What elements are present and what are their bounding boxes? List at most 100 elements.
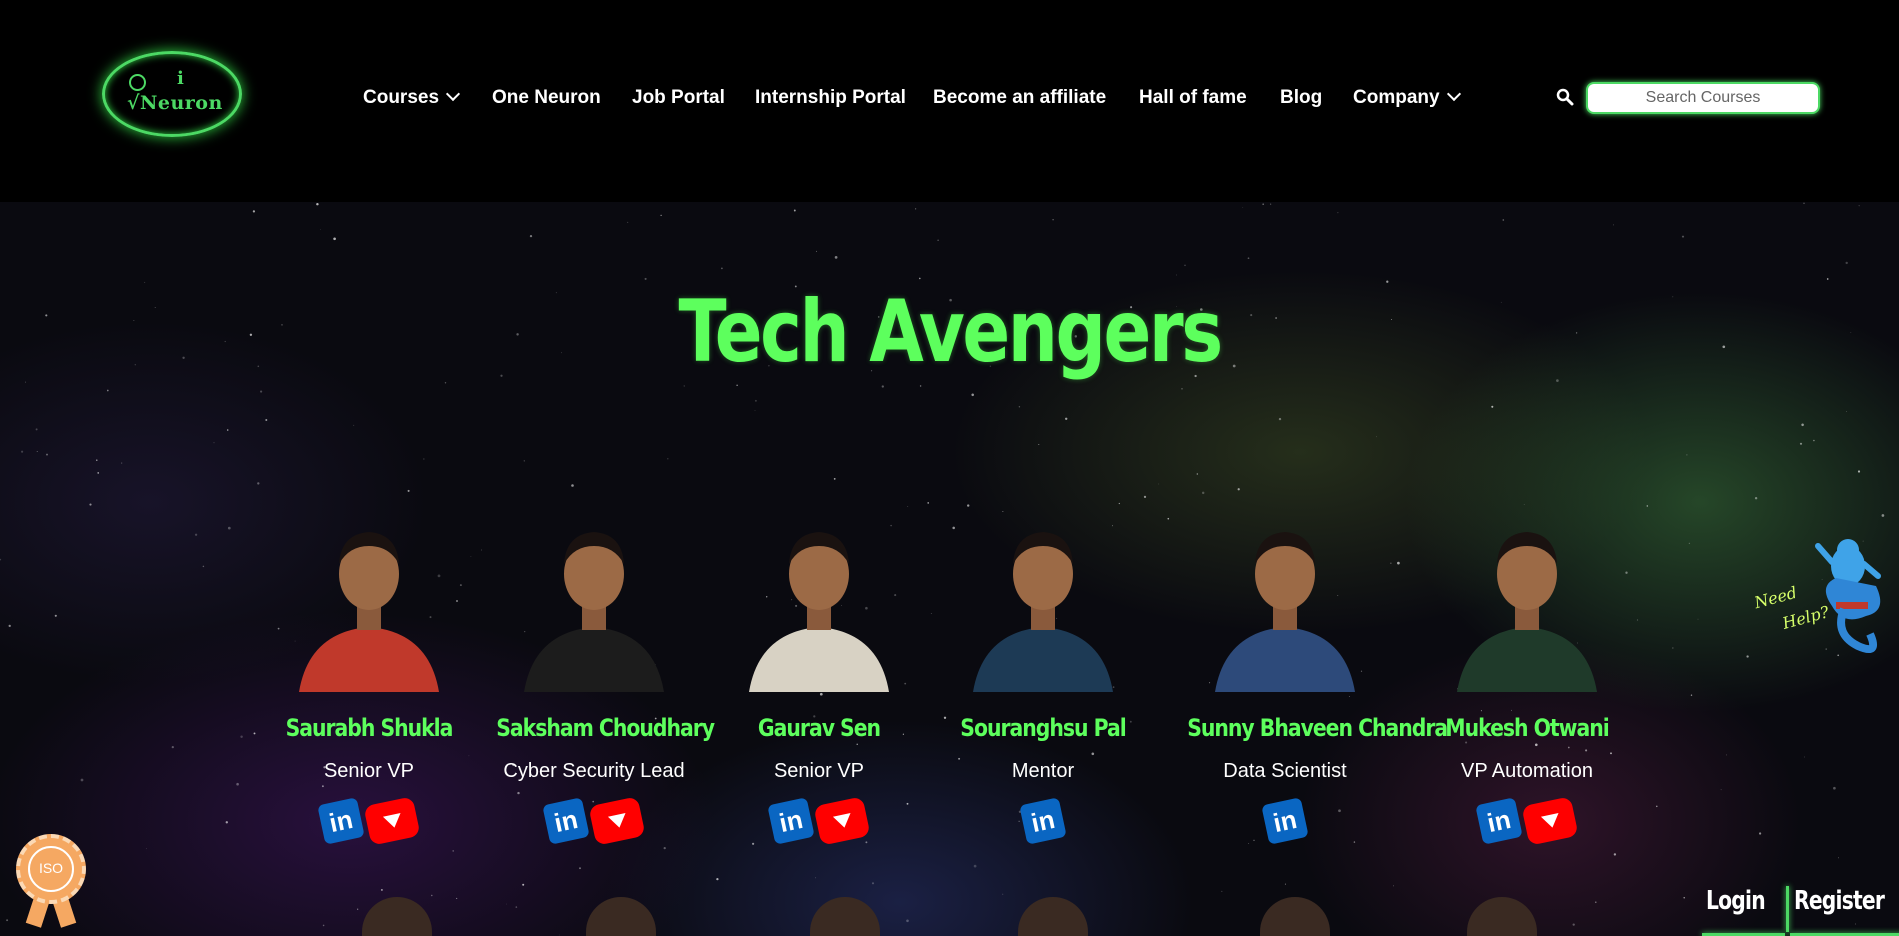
section-title: Tech Avengers xyxy=(678,282,1223,382)
nav-job-portal[interactable]: Job Portal xyxy=(632,86,725,110)
nav-one-neuron[interactable]: One Neuron xyxy=(492,86,601,110)
star xyxy=(1143,495,1147,499)
iso-certified-badge: ISO xyxy=(12,830,92,930)
star xyxy=(1052,219,1054,221)
search-icon[interactable] xyxy=(1556,88,1574,106)
chevron-down-icon xyxy=(1446,86,1461,102)
star xyxy=(571,484,574,487)
star xyxy=(871,882,875,885)
star xyxy=(1248,842,1250,845)
register-button[interactable]: Register xyxy=(1790,886,1899,936)
linkedin-icon[interactable]: in xyxy=(542,797,590,845)
star xyxy=(1247,257,1250,260)
star xyxy=(106,389,109,392)
star xyxy=(1850,331,1852,333)
star xyxy=(226,429,229,431)
star xyxy=(1270,203,1272,205)
login-button[interactable]: Login xyxy=(1701,886,1790,936)
person-avatar-icon xyxy=(1457,532,1597,692)
star xyxy=(1353,841,1356,843)
star xyxy=(1686,454,1688,456)
star xyxy=(522,883,525,886)
star xyxy=(1683,897,1685,899)
star xyxy=(1845,261,1848,265)
need-help-widget[interactable]: Need Help? xyxy=(1748,516,1888,666)
ineuron-logo[interactable]: i √Neuron xyxy=(102,51,242,137)
star xyxy=(1242,207,1244,209)
register-label: Register xyxy=(1794,886,1885,916)
nav-internship-portal[interactable]: Internship Portal xyxy=(755,86,906,110)
star xyxy=(906,919,909,923)
mentor-photo xyxy=(1447,502,1607,692)
youtube-icon[interactable] xyxy=(813,796,871,846)
star xyxy=(881,385,884,388)
star xyxy=(919,385,922,387)
star xyxy=(8,624,11,628)
star xyxy=(1201,491,1205,495)
mentor-photo xyxy=(289,502,449,692)
mentor-name: Souranghsu Pal xyxy=(960,714,1126,742)
mentor-role: Data Scientist xyxy=(1223,760,1347,782)
mentor-role: Mentor xyxy=(1011,760,1075,782)
star xyxy=(1754,496,1758,500)
star xyxy=(1393,885,1394,887)
person-avatar-icon xyxy=(749,532,889,692)
mentor-role: Cyber Security Lead xyxy=(503,760,685,782)
star xyxy=(25,381,26,383)
star xyxy=(833,478,836,480)
star xyxy=(121,462,123,464)
star xyxy=(1857,470,1861,473)
mentor-photo xyxy=(739,502,899,692)
nav-become-affiliate[interactable]: Become an affiliate xyxy=(933,86,1106,110)
nav-company[interactable]: Company xyxy=(1353,86,1461,110)
linkedin-icon[interactable]: in xyxy=(317,797,365,845)
chevron-down-icon xyxy=(445,86,461,102)
youtube-icon[interactable] xyxy=(588,796,646,846)
star xyxy=(683,385,685,387)
youtube-icon[interactable] xyxy=(363,796,421,846)
star xyxy=(236,782,239,786)
star xyxy=(793,209,796,212)
star xyxy=(1158,483,1160,485)
star xyxy=(456,897,458,899)
star xyxy=(579,867,581,870)
star xyxy=(1502,219,1505,221)
star xyxy=(194,533,198,536)
linkedin-icon[interactable]: in xyxy=(1261,797,1309,845)
nav-blog[interactable]: Blog xyxy=(1280,86,1322,110)
youtube-icon[interactable] xyxy=(1521,796,1579,846)
linkedin-icon[interactable]: in xyxy=(767,797,815,845)
star xyxy=(260,390,263,393)
star xyxy=(45,314,48,317)
star xyxy=(407,489,410,492)
star xyxy=(736,384,738,386)
nav-hall-of-fame[interactable]: Hall of fame xyxy=(1139,86,1247,110)
star xyxy=(1656,805,1658,808)
linkedin-icon[interactable]: in xyxy=(1019,797,1067,845)
star xyxy=(1833,786,1836,790)
mentor-card: Saksham Choudhary Cyber Security Lead in xyxy=(479,502,715,846)
star xyxy=(644,277,647,280)
star xyxy=(667,458,669,460)
star xyxy=(1688,542,1691,545)
star xyxy=(937,239,939,241)
star xyxy=(915,208,917,210)
star xyxy=(1813,439,1815,442)
star xyxy=(1065,417,1068,420)
nav-label: Courses xyxy=(363,87,440,108)
nav-label: Blog xyxy=(1280,87,1323,108)
star xyxy=(36,451,38,452)
nav-courses[interactable]: Courses xyxy=(363,86,461,110)
nav-label: Hall of fame xyxy=(1139,87,1247,108)
star xyxy=(444,382,447,384)
search-courses-input[interactable] xyxy=(1586,82,1820,114)
star xyxy=(1284,883,1286,885)
star xyxy=(46,453,48,456)
star xyxy=(506,903,507,905)
star xyxy=(663,846,666,850)
star xyxy=(225,821,228,824)
mentor-role: Senior VP xyxy=(773,760,865,782)
star xyxy=(154,307,156,309)
linkedin-icon[interactable]: in xyxy=(1475,797,1523,845)
nav-label: Internship Portal xyxy=(755,87,906,108)
